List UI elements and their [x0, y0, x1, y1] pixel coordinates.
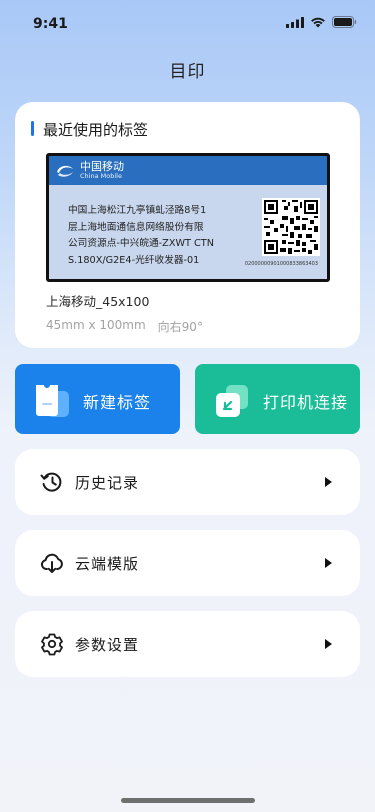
label-text-line: 层上海地面通信息网络股份有限	[68, 221, 204, 233]
label-brand-bar: 中国移动 China Mobile	[49, 156, 327, 185]
label-text-line: 中国上海松江九亭镇虬泾路8号1	[68, 205, 207, 216]
menu-cloud-templates-label: 云端模版	[75, 555, 140, 573]
new-label-button[interactable]: 新建标签	[15, 364, 180, 434]
menu-settings[interactable]: 参数设置	[15, 611, 360, 677]
new-label-button-label: 新建标签	[83, 393, 152, 412]
menu-cloud-templates[interactable]: 云端模版	[15, 530, 360, 596]
label-preview[interactable]: 中国移动 China Mobile 中国上海松江九亭镇虬泾路8号1 层上海地面通…	[46, 153, 330, 282]
play-arrow-icon	[325, 639, 332, 649]
status-bar: 9:41	[0, 0, 375, 44]
label-brand-cn: 中国移动	[80, 160, 124, 173]
play-arrow-icon	[325, 477, 332, 487]
status-icons	[286, 16, 357, 28]
play-arrow-icon	[325, 558, 332, 568]
template-size: 45mm x 100mm	[46, 318, 146, 332]
label-brand-en: China Mobile	[80, 172, 122, 180]
template-orientation: 向右90°	[157, 320, 203, 334]
menu-settings-label: 参数设置	[75, 636, 140, 654]
china-mobile-logo-icon	[57, 165, 73, 177]
label-text-line: 公司资源点-中兴皖通-ZXWT CTN	[68, 238, 214, 249]
label-serial-code: 02000000901000833863403	[244, 261, 318, 267]
app-title: 目印	[169, 62, 206, 82]
section-title-recent: 最近使用的标签	[31, 119, 148, 140]
label-body-text: 中国上海松江九亭镇虬泾路8号1 层上海地面通信息网络股份有限 公司资源点-中兴皖…	[68, 203, 248, 269]
gear-icon	[41, 633, 63, 656]
printer-connect-button-label: 打印机连接	[263, 393, 349, 412]
cloud-download-icon	[40, 553, 63, 573]
new-label-icon	[36, 385, 69, 417]
printer-connect-icon	[216, 385, 248, 417]
menu-history-label: 历史记录	[75, 474, 140, 492]
history-icon	[40, 472, 62, 492]
menu-history[interactable]: 历史记录	[15, 449, 360, 515]
status-time: 9:41	[33, 16, 68, 32]
printer-connect-button[interactable]: 打印机连接	[195, 364, 360, 434]
home-indicator	[121, 798, 255, 803]
label-text-line: S.180X/G2E4-光纤收发器-01	[68, 254, 200, 266]
recent-label-card[interactable]: 最近使用的标签 中国移动 China Mobile 中国上海松江九亭镇虬泾路8号…	[15, 102, 360, 348]
battery-icon	[332, 16, 357, 28]
template-meta: 45mm x 100mm 向右90°	[46, 318, 203, 335]
signal-icon	[286, 16, 304, 28]
template-name: 上海移动_45x100	[46, 294, 150, 309]
wifi-icon	[311, 17, 325, 27]
qr-code-icon	[262, 198, 320, 256]
